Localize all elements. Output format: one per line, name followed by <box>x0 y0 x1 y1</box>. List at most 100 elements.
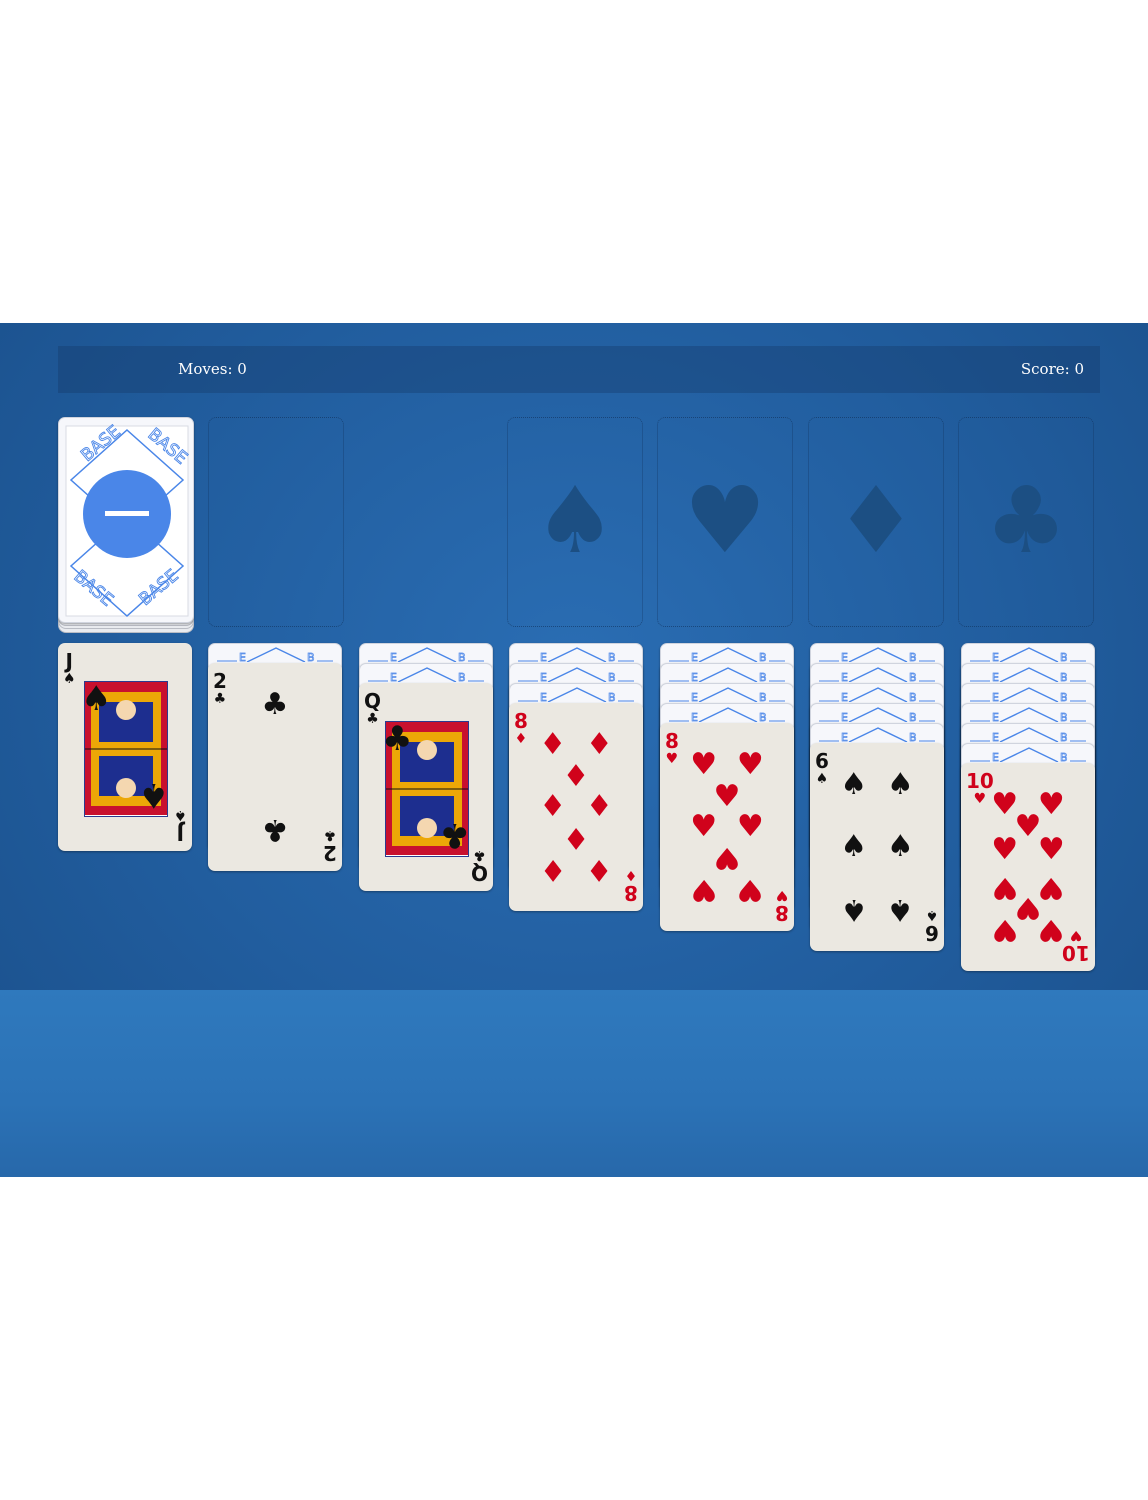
card-suit-icon: ♦ <box>624 867 638 883</box>
stock-top-card-back[interactable]: BASE BASE BASE BASE <box>58 417 194 623</box>
suit-pip-icon: ♥ <box>713 840 741 876</box>
suit-pip-icon: ♦ <box>562 820 590 856</box>
svg-text:B: B <box>1060 651 1068 662</box>
svg-text:B: B <box>759 691 767 702</box>
suit-pip-icon: ♥ <box>736 809 764 844</box>
suit-pip-icon: ♥ <box>690 809 718 844</box>
game-table: Moves: 0 Score: 0 BASE BASE BASE BASE ♠ … <box>0 323 1148 1177</box>
card-suit-icon: ♠ <box>63 671 76 687</box>
svg-text:E: E <box>841 651 848 662</box>
card-corner-bottom: J ♠ <box>174 807 187 845</box>
tableau-top-card[interactable]: 6 ♠ 6 ♠ ♠ ♠ ♠ ♠ ♠ ♠ <box>810 743 944 951</box>
card-back-pattern-icon: EB <box>819 646 935 662</box>
card-rank: 6 <box>925 921 939 945</box>
card-suit-icon: ♦ <box>514 731 528 747</box>
card-back-pattern-icon: EB <box>970 666 1086 682</box>
card-suit-icon: ♣ <box>473 847 486 863</box>
tableau-top-card[interactable]: J ♠ J ♠ ♠ ♠ <box>58 643 192 851</box>
card-corner-bottom: 2 ♣ <box>323 827 337 865</box>
svg-text:B: B <box>909 691 917 702</box>
card-corner-bottom: 6 ♠ <box>925 907 939 945</box>
tableau-top-card[interactable]: Q ♣ Q ♣ ♣ ♣ <box>359 683 493 891</box>
card-corner-top: 8 ♦ <box>514 711 528 746</box>
svg-text:B: B <box>458 671 466 682</box>
svg-text:B: B <box>608 651 616 662</box>
foundation-spades[interactable]: ♠ <box>507 417 643 627</box>
svg-text:B: B <box>1060 731 1068 742</box>
card-back-pattern-icon: EB <box>518 686 634 702</box>
card-corner-top: 2 ♣ <box>213 671 227 706</box>
card-back-pattern-icon: EB <box>518 666 634 682</box>
card-rank: 10 <box>1062 941 1090 965</box>
card-back-logo-icon: BASE BASE BASE BASE <box>65 421 191 618</box>
svg-text:B: B <box>909 711 917 722</box>
moves-counter: Moves: 0 <box>178 360 247 378</box>
suit-pip-icon: ♥ <box>991 912 1019 948</box>
card-back-pattern-icon: EB <box>819 706 935 722</box>
card-corner-top: Q ♣ <box>364 691 381 726</box>
foundation-hearts[interactable]: ♥ <box>657 417 793 627</box>
card-rank: 6 <box>815 749 829 773</box>
waste-pile[interactable] <box>208 417 344 627</box>
stock-pile[interactable]: BASE BASE BASE BASE <box>58 417 194 633</box>
card-rank: 8 <box>665 729 679 753</box>
suit-pip-icon: ♥ <box>713 778 741 814</box>
card-back-pattern-icon: EB <box>669 686 785 702</box>
card-corner-bottom: 10 ♥ <box>1062 927 1090 965</box>
foundation-diamonds[interactable]: ♦ <box>808 417 944 627</box>
svg-text:E: E <box>841 731 848 742</box>
card-corner-bottom: 8 ♦ <box>624 867 638 905</box>
svg-text:B: B <box>1060 671 1068 682</box>
suit-pip-icon: ♦ <box>585 789 613 824</box>
svg-text:E: E <box>540 691 547 702</box>
foundation-clubs[interactable]: ♣ <box>958 417 1094 627</box>
card-back-pattern-icon: EB <box>669 666 785 682</box>
svg-text:B: B <box>307 651 315 662</box>
suit-pip-icon: ♥ <box>690 746 718 782</box>
card-rank: J <box>177 821 185 845</box>
card-suit-icon: ♥ <box>665 751 679 767</box>
svg-text:E: E <box>390 651 397 662</box>
card-suit-icon: ♣ <box>366 711 379 727</box>
svg-text:E: E <box>691 691 698 702</box>
tableau-top-card[interactable]: 2 ♣ 2 ♣ ♣ ♣ <box>208 663 342 871</box>
svg-text:B: B <box>909 651 917 662</box>
svg-text:B: B <box>458 651 466 662</box>
card-corner-top: 6 ♠ <box>815 751 829 786</box>
suit-pip-icon: ♥ <box>690 872 718 908</box>
svg-text:B: B <box>608 691 616 702</box>
tableau-top-card[interactable]: 8 ♥ 8 ♥ ♥ ♥ ♥ ♥ ♥ ♥ ♥ ♥ <box>660 723 794 931</box>
suit-pip-icon: ♥ <box>1037 832 1065 868</box>
tableau-top-card[interactable]: 8 ♦ 8 ♦ ♦ ♦ ♦ ♦ ♦ ♦ ♦ ♦ <box>509 703 643 911</box>
suit-pip-icon: ♠ <box>840 829 868 864</box>
suit-pip-icon: ♦ <box>539 789 567 824</box>
tableau-top-card[interactable]: 10 ♥ 10 ♥ ♥ ♥ ♥ ♥ ♥ ♥ ♥ ♥ ♥ ♥ <box>961 763 1095 971</box>
card-rank: 8 <box>624 881 638 905</box>
card-rank: 2 <box>213 669 227 693</box>
svg-text:B: B <box>1060 711 1068 722</box>
svg-text:E: E <box>540 651 547 662</box>
heart-icon: ♥ <box>683 467 767 574</box>
suit-pip-icon: ♥ <box>991 832 1019 868</box>
svg-text:E: E <box>691 711 698 722</box>
svg-text:E: E <box>390 671 397 682</box>
score-counter: Score: 0 <box>1020 360 1084 378</box>
card-back-pattern-icon: EB <box>368 646 484 662</box>
suit-pip-icon: ♦ <box>585 726 613 762</box>
card-back-pattern-icon: EB <box>970 706 1086 722</box>
svg-text:B: B <box>759 671 767 682</box>
card-back-pattern-icon: EB <box>970 746 1086 762</box>
svg-text:B: B <box>909 731 917 742</box>
suit-pip-icon: ♠ <box>81 679 112 719</box>
card-rank: J <box>65 649 73 673</box>
club-icon: ♣ <box>984 467 1068 574</box>
card-back-pattern-icon: EB <box>970 726 1086 742</box>
card-rank: 2 <box>323 841 337 865</box>
suit-pip-icon: ♠ <box>886 766 914 802</box>
svg-text:E: E <box>992 731 999 742</box>
svg-text:E: E <box>992 651 999 662</box>
suit-pip-icon: ♥ <box>736 872 764 908</box>
suit-pip-icon: ♠ <box>886 829 914 864</box>
suit-pip-icon: ♣ <box>382 719 413 759</box>
svg-text:E: E <box>992 751 999 762</box>
